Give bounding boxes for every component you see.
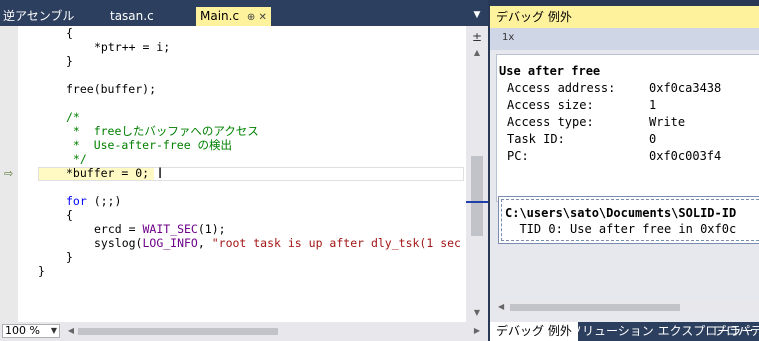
code-line: * freeしたバッファへのアクセス [66,124,259,138]
pin-icon[interactable]: ⊕ [247,12,255,23]
code-token: "root task is up after dly_tsk(1 sec [211,236,461,250]
scroll-left-icon[interactable]: ◀ [66,325,76,337]
field-value: Write [649,115,686,129]
tab-tasan-c[interactable]: tasan.c [110,7,154,26]
scroll-position-marker [466,201,488,203]
chevron-down-icon[interactable]: ▼ [51,325,57,337]
code-line: free(buffer); [66,82,156,96]
tool-window-tabs: デバッグ 例外 ソリューション エクスプローラー プロパティ [490,322,759,341]
code-line: /* [66,110,80,124]
exception-location[interactable]: C:\users\sato\Documents\SOLID-ID TID 0: … [498,196,759,244]
field-value: 0xf0c003f4 [649,149,722,163]
code-token: WAIT_SEC [142,222,198,236]
code-token: { [66,26,73,40]
exception-heading: Use after free [499,64,601,78]
code-line: for (;;) [66,194,121,208]
debug-exception-toolbar: 1x [490,28,759,50]
code-line: { [66,26,73,40]
field-label: Access type: [507,115,594,129]
field-value: 0xf0ca3438 [649,81,722,95]
code-token: free(buffer); [66,82,157,96]
code-line: } [38,264,45,278]
debug-exception-panel-header[interactable]: デバッグ 例外 [490,6,759,28]
tab-label: Main.c [200,9,240,23]
code-token: } [66,250,73,264]
code-token: { [66,208,73,222]
scroll-up-icon[interactable]: ▲ [470,48,484,58]
horizontal-scroll-thumb[interactable] [510,304,680,311]
vertical-scroll-thumb[interactable] [471,156,483,236]
code-token: for [66,194,87,208]
code-token: /* [66,110,80,124]
tab-label: 逆アセンブル [3,9,75,23]
field-label: Access size: [507,98,594,112]
horizontal-scroll-thumb[interactable] [78,328,278,335]
field-label: Access address: [507,81,616,95]
code-token: *ptr++ = i; [94,40,171,54]
code-line: { [66,208,73,222]
tab-label: デバッグ 例外 [496,324,572,338]
tab-properties[interactable]: プロパティ [708,322,759,341]
toolbar-label[interactable]: 1x [502,32,514,43]
panel-title: デバッグ 例外 [496,10,572,24]
code-token: ercd = [94,222,143,236]
tab-main-c[interactable]: Main.c ⊕ ✕ [196,7,271,26]
tab-label: tasan.c [110,9,154,23]
code-line: } [66,54,73,68]
outlining-margin [18,26,36,322]
code-line: } [66,250,73,264]
editor-tab-strip: 逆アセンブル tasan.c Main.c ⊕ ✕ ▼ [0,0,490,26]
field-value: 0 [649,132,657,146]
editor-bottom-bar: 100 % ▼ ◀ ▶ [0,322,488,341]
zoom-select[interactable]: 100 % ▼ [2,324,60,338]
code-text-area[interactable]: { *ptr++ = i;} free(buffer); /* * freeしたバッフ… [38,26,466,322]
text-cursor-icon: I [158,166,163,182]
code-token: *buffer = 0; [66,166,150,180]
close-icon[interactable]: ✕ [258,12,266,23]
instruction-pointer-icon: ⇨ [4,167,14,180]
code-token: (1); [197,222,226,236]
scroll-left-icon[interactable]: ◀ [498,301,508,313]
code-line: * Use-after-free の検出 [66,138,232,152]
code-token: (;;) [86,194,122,208]
code-line: */ [66,152,87,166]
code-token: } [66,54,73,68]
tab-disassembly[interactable]: 逆アセンブル [3,7,74,26]
zoom-value: 100 % [5,324,40,337]
split-window-icon[interactable]: ± [470,30,484,44]
exception-details: Use after free Access address: 0xf0ca343… [496,54,759,202]
code-token: * Use-after-free の検出 [66,138,233,152]
code-token: , [197,236,212,250]
debug-exception-body: Use after free Access address: 0xf0ca343… [490,50,759,322]
field-label: PC: [507,149,529,163]
field-value: 1 [649,98,657,112]
scroll-right-icon[interactable]: ▶ [472,325,482,337]
code-line: *buffer = 0; [66,166,149,180]
code-token: * freeしたバッファへのアクセス [66,124,259,138]
code-token: } [38,264,45,278]
panel-horizontal-scrollbar[interactable]: ◀ [496,300,759,314]
code-token: */ [66,152,87,166]
exception-summary[interactable]: TID 0: Use after free in 0xf0c [505,221,736,238]
code-token: LOG_INFO [142,236,198,250]
code-editor[interactable]: ⇨ { *ptr++ = i;} free(buffer); /* * freeしたバ… [0,26,488,322]
code-line: syslog(LOG_INFO, "root task is up after … [94,236,461,250]
code-line: *ptr++ = i; [94,40,170,54]
tab-label: プロパティ [714,324,759,338]
source-path[interactable]: C:\users\sato\Documents\SOLID-ID [505,205,736,222]
code-token: syslog( [94,236,143,250]
scroll-down-icon[interactable]: ▼ [470,308,484,318]
tab-list-dropdown-icon[interactable]: ▼ [470,8,484,22]
code-line: ercd = WAIT_SEC(1); [94,222,226,236]
field-label: Task ID: [507,132,565,146]
